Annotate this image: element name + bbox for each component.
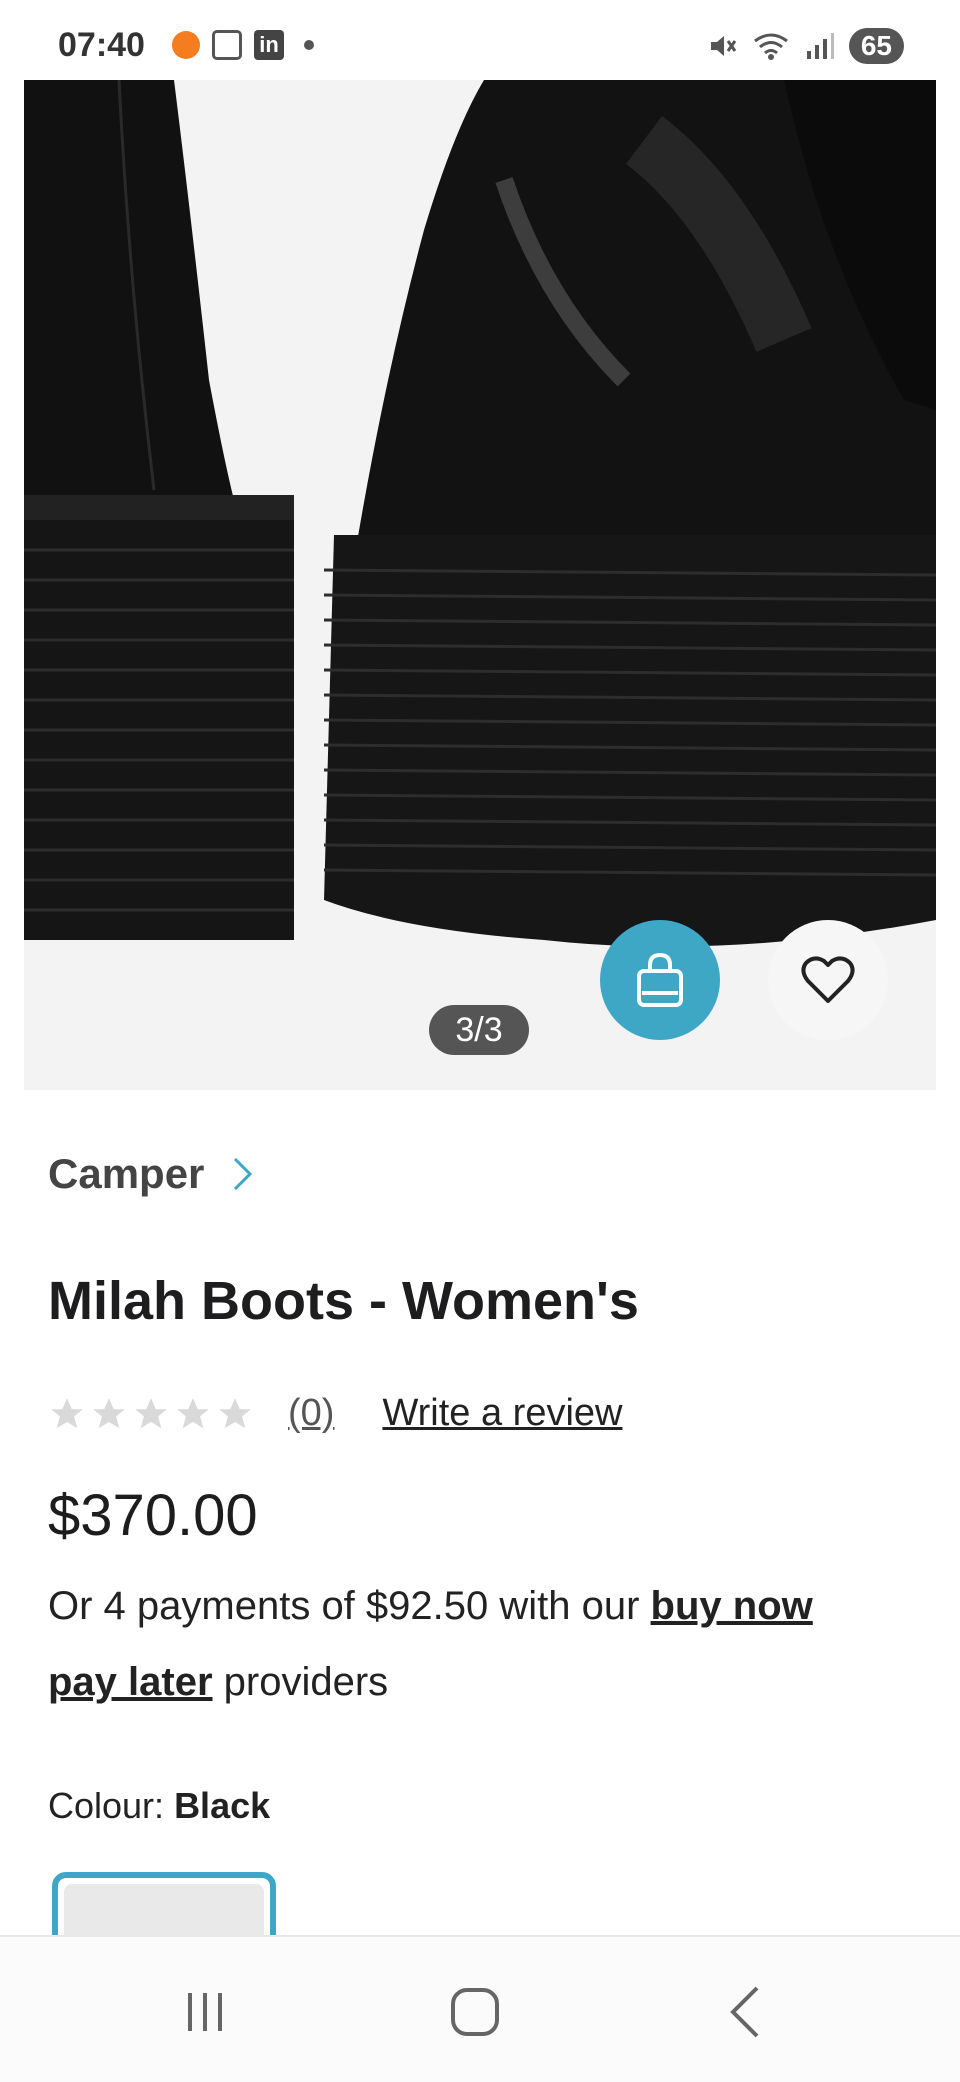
back-icon (730, 1986, 759, 2038)
dot-icon (304, 40, 314, 50)
screenshot-icon (212, 30, 242, 60)
star-icon (135, 1397, 167, 1428)
brand-link[interactable]: Camper (48, 1150, 254, 1198)
star-icon (219, 1397, 251, 1428)
bnpl-prefix: Or 4 payments of $92.50 with our (48, 1584, 651, 1628)
colour-row: Colour: Black (48, 1785, 270, 1827)
star-rating (48, 1395, 254, 1433)
review-count-link[interactable]: (0) (288, 1392, 334, 1435)
signal-icon (806, 33, 834, 59)
star-icon (93, 1397, 125, 1428)
status-system-icons: 65 (707, 28, 904, 64)
chevron-right-icon (234, 1157, 253, 1191)
status-time: 07:40 (58, 26, 145, 64)
recent-apps-button[interactable] (165, 1977, 245, 2047)
notification-orange-icon (172, 31, 200, 59)
image-counter: 3/3 (429, 1005, 529, 1055)
mute-icon (710, 36, 737, 56)
shopping-bag-icon (637, 952, 683, 1007)
system-nav-bar (0, 1935, 960, 2082)
product-image-gallery[interactable]: 3/3 (24, 80, 936, 1090)
heart-icon (801, 956, 855, 1003)
recent-apps-icon (188, 1993, 222, 2031)
home-button[interactable] (435, 1977, 515, 2047)
wishlist-button[interactable] (768, 920, 888, 1040)
product-title: Milah Boots - Women's (48, 1271, 639, 1331)
wifi-icon (753, 33, 788, 60)
brand-name: Camper (48, 1150, 205, 1197)
rating-row: (0) Write a review (48, 1392, 622, 1435)
battery-indicator: 65 (848, 28, 904, 64)
colour-label: Colour: (48, 1785, 175, 1826)
home-icon (451, 1988, 499, 2036)
linkedin-icon: in (254, 30, 284, 60)
status-notification-icons: in (172, 30, 314, 60)
colour-value: Black (174, 1785, 271, 1826)
product-price: $370.00 (48, 1483, 258, 1548)
add-to-bag-button[interactable] (600, 920, 720, 1040)
bnpl-suffix: providers (212, 1660, 389, 1704)
bnpl-text: Or 4 payments of $92.50 with our buy now… (48, 1568, 868, 1720)
back-button[interactable] (705, 1977, 785, 2047)
star-icon (177, 1397, 209, 1428)
status-bar: 07:40 in 65 (0, 0, 960, 80)
star-icon (51, 1397, 83, 1428)
write-review-link[interactable]: Write a review (382, 1392, 622, 1435)
